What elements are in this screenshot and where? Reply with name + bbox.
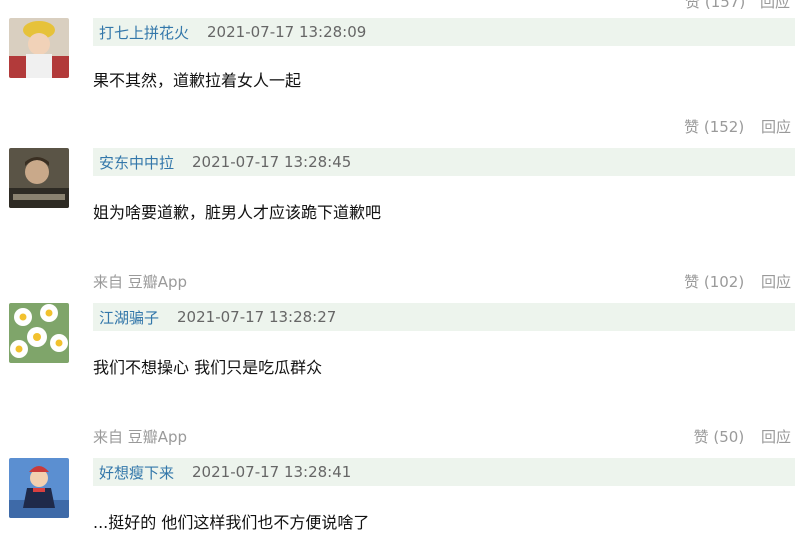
comment-header: 安东中中拉 2021-07-17 13:28:45 bbox=[93, 148, 795, 176]
comment-header: 江湖骗子 2021-07-17 13:28:27 bbox=[93, 303, 795, 331]
vote-button[interactable]: 赞 (50) bbox=[694, 428, 745, 446]
avatar[interactable] bbox=[9, 458, 69, 518]
comment-source: 来自 豆瓣App bbox=[93, 273, 188, 291]
comment-header: 好想瘦下来 2021-07-17 13:28:41 bbox=[93, 458, 795, 486]
username-link[interactable]: 好想瘦下来 bbox=[99, 462, 174, 483]
reply-button[interactable]: 回应 bbox=[761, 428, 791, 446]
reply-button[interactable]: 回应 bbox=[761, 118, 791, 136]
comment-meta: 来自 豆瓣App 赞 (50) 回应 bbox=[93, 426, 791, 448]
comment-source: 来自 豆瓣App bbox=[93, 428, 188, 446]
comment-time: 2021-07-17 13:28:45 bbox=[192, 153, 352, 171]
comment-text: 我们不想操心 我们只是吃瓜群众 bbox=[93, 358, 323, 377]
avatar[interactable] bbox=[9, 148, 69, 208]
comment-meta: 赞 (152) 回应 bbox=[93, 116, 791, 138]
vote-button[interactable]: 赞 (152) bbox=[684, 118, 744, 136]
username-link[interactable]: 江湖骗子 bbox=[99, 307, 159, 328]
comment-time: 2021-07-17 13:28:09 bbox=[207, 23, 367, 41]
vote-button[interactable]: 赞 (157) bbox=[685, 0, 745, 11]
reply-button[interactable]: 回应 bbox=[761, 273, 791, 291]
avatar[interactable] bbox=[9, 18, 69, 78]
comment-text: 姐为啥要道歉，脏男人才应该跪下道歉吧 bbox=[93, 203, 382, 222]
comment-text: ...挺好的 他们这样我们也不方便说啥了 bbox=[93, 513, 370, 532]
reply-button[interactable]: 回应 bbox=[760, 0, 790, 11]
username-link[interactable]: 安东中中拉 bbox=[99, 152, 174, 173]
vote-button[interactable]: 赞 (102) bbox=[684, 273, 744, 291]
comment-text: 果不其然，道歉拉着女人一起 bbox=[93, 71, 302, 90]
username-link[interactable]: 打七上拼花火 bbox=[99, 22, 189, 43]
comment-time: 2021-07-17 13:28:41 bbox=[192, 463, 352, 481]
top-actions: 赞 (157) 回应 bbox=[675, 0, 790, 12]
comment-time: 2021-07-17 13:28:27 bbox=[177, 308, 337, 326]
comment-meta: 来自 豆瓣App 赞 (102) 回应 bbox=[93, 271, 791, 293]
avatar[interactable] bbox=[9, 303, 69, 363]
comment-header: 打七上拼花火 2021-07-17 13:28:09 bbox=[93, 18, 795, 46]
